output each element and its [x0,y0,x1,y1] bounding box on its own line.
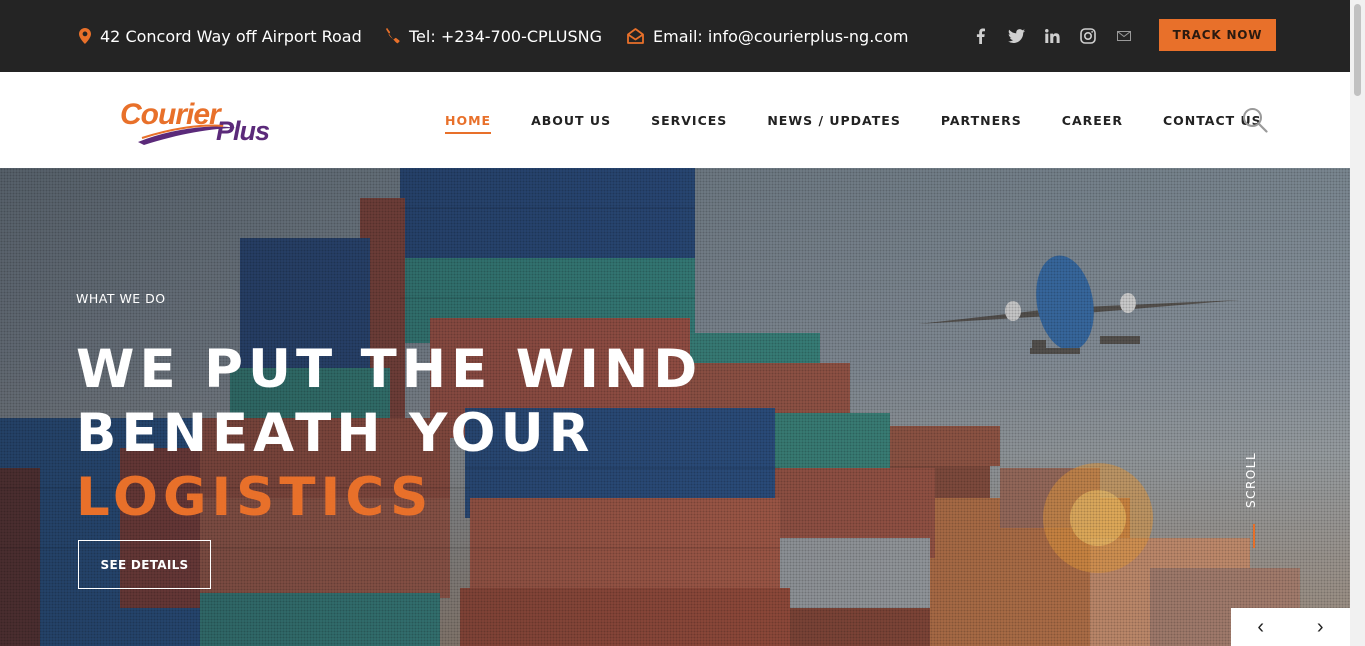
top-bar: 42 Concord Way off Airport Road Tel: +23… [0,0,1350,72]
track-now-button[interactable]: TRACK NOW [1159,19,1276,51]
next-arrow-icon[interactable]: › [1317,616,1324,639]
instagram-icon[interactable] [1070,28,1106,44]
scrollbar-thumb[interactable] [1354,4,1361,96]
nav-about-us[interactable]: ABOUT US [531,113,611,128]
headline-line-3: LOGISTICS [76,467,434,528]
prev-arrow-icon[interactable]: ‹ [1257,616,1264,639]
address-info: 42 Concord Way off Airport Road [79,0,362,72]
svg-text:Plus: Plus [216,116,270,146]
phone-info[interactable]: Tel: +234-700-CPLUSNG [384,0,602,72]
nav-home[interactable]: HOME [445,113,492,134]
hero-headline: WE PUT THE WIND BENEATH YOUR LOGISTICS [76,338,702,530]
headline-line-1: WE PUT THE WIND [76,339,703,400]
hero-eyebrow: WHAT WE DO [76,291,166,306]
linkedin-icon[interactable] [1034,29,1070,43]
nav-services[interactable]: SERVICES [651,113,727,128]
facebook-icon[interactable] [962,28,998,44]
nav-partners[interactable]: PARTNERS [941,113,1022,128]
mail-icon[interactable] [1106,31,1142,41]
page-scrollbar[interactable] [1350,0,1365,646]
scroll-label: SCROLL [1244,451,1258,508]
see-details-button[interactable]: SEE DETAILS [78,540,211,589]
slider-arrows: ‹ › [1231,608,1350,646]
phone-text: Tel: +234-700-CPLUSNG [409,26,603,46]
scroll-indicator[interactable]: SCROLL [1244,450,1264,510]
email-text: Email: info@courierplus-ng.com [653,26,909,46]
nav-career[interactable]: CAREER [1062,113,1123,128]
hero-slider: WHAT WE DO WE PUT THE WIND BENEATH YOUR … [0,168,1350,646]
nav-news-updates[interactable]: NEWS / UPDATES [767,113,901,128]
twitter-icon[interactable] [998,29,1034,43]
courierplus-logo[interactable]: Courier Plus [118,90,286,150]
scroll-line [1253,524,1255,548]
phone-icon [386,28,400,44]
envelope-open-icon [627,28,644,44]
main-header: Courier Plus HOME ABOUT US SERVICES NEWS… [0,72,1350,168]
social-links [962,0,1142,72]
address-text: 42 Concord Way off Airport Road [100,26,362,46]
headline-line-2: BENEATH YOUR [76,403,595,464]
primary-nav: HOME ABOUT US SERVICES NEWS / UPDATES PA… [445,72,1302,168]
email-info[interactable]: Email: info@courierplus-ng.com [627,0,908,72]
search-icon[interactable] [1242,107,1268,133]
map-pin-icon [79,28,91,44]
